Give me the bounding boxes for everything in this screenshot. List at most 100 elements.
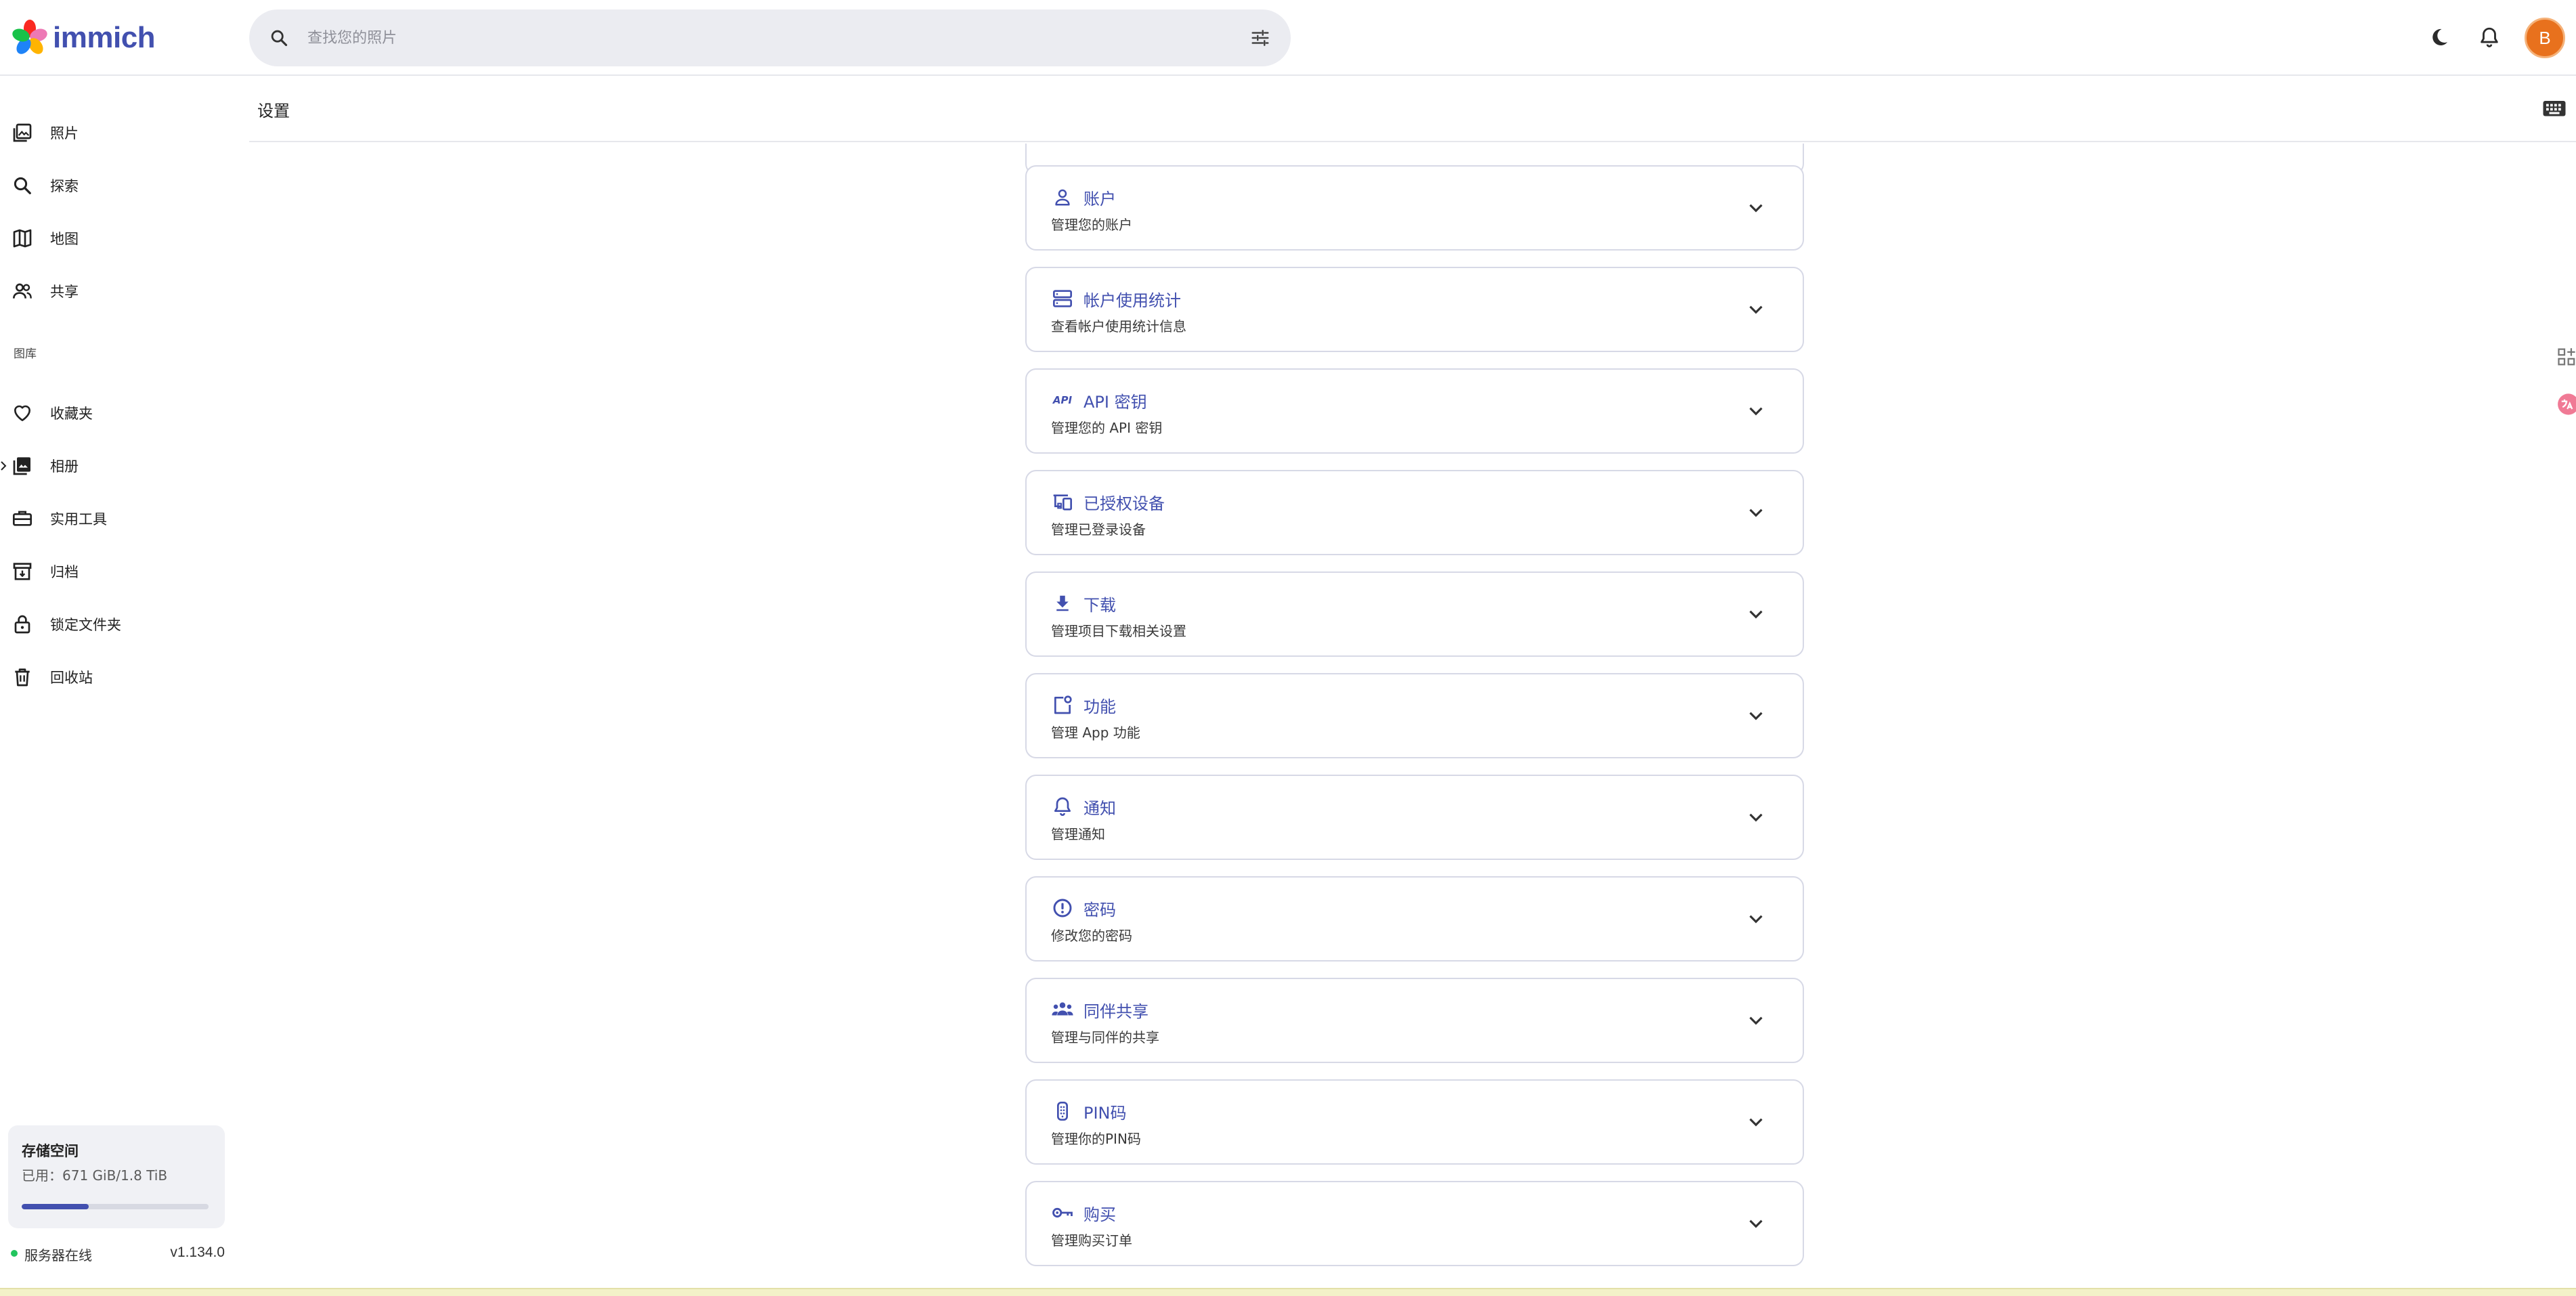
- settings-card-description: 修改您的密码: [1051, 928, 1132, 944]
- theme-toggle-button[interactable]: [2422, 20, 2456, 54]
- settings-card-description: 管理您的账户: [1051, 217, 1132, 233]
- top-bar: immich B: [0, 0, 2576, 76]
- search-icon: [11, 174, 34, 197]
- sidebar-item-utilities[interactable]: 实用工具: [0, 497, 237, 540]
- sidebar-item-label: 归档: [50, 564, 79, 580]
- toolbox-icon: [11, 507, 34, 530]
- chevron-right-icon[interactable]: [0, 459, 8, 473]
- search-input[interactable]: [307, 23, 1188, 53]
- settings-card-title: 密码: [1083, 901, 1116, 920]
- chevron-down-icon[interactable]: [1744, 603, 1767, 626]
- pin-icon: [1051, 1100, 1074, 1123]
- archive-icon: [11, 560, 34, 583]
- server-online-indicator: [11, 1250, 18, 1257]
- settings-card-title: 购买: [1083, 1205, 1116, 1224]
- user-avatar[interactable]: B: [2525, 18, 2565, 58]
- sidebar-item-archive[interactable]: 归档: [0, 550, 237, 593]
- chevron-down-icon[interactable]: [1744, 907, 1767, 930]
- bottom-strip: [0, 1288, 2576, 1296]
- chevron-down-icon[interactable]: [1744, 501, 1767, 524]
- settings-card-description: 管理您的 API 密钥: [1051, 420, 1163, 436]
- sidebar-item-map[interactable]: 地图: [0, 217, 237, 260]
- features-icon: [1051, 693, 1074, 716]
- sidebar-item-label: 探索: [50, 178, 79, 194]
- sidebar-item-label: 收藏夹: [50, 406, 93, 422]
- chevron-down-icon[interactable]: [1744, 1212, 1767, 1235]
- partner-sharing-icon: [1051, 998, 1074, 1021]
- settings-card-account[interactable]: 账户 管理您的账户: [1025, 165, 1804, 251]
- chevron-down-icon[interactable]: [1744, 399, 1767, 423]
- chevron-down-icon[interactable]: [1744, 1009, 1767, 1032]
- password-icon: [1051, 897, 1074, 920]
- keyboard-shortcuts-icon[interactable]: [2542, 99, 2567, 119]
- settings-card-description: 管理已登录设备: [1051, 521, 1146, 538]
- settings-card-description: 管理购买订单: [1051, 1232, 1132, 1249]
- settings-card-pin-code[interactable]: PIN码 管理你的PIN码: [1025, 1079, 1804, 1165]
- server-status-text: 服务器在线: [24, 1247, 92, 1263]
- lock-icon: [11, 613, 34, 636]
- sidebar-item-label: 相册: [50, 458, 79, 475]
- sidebar-item-locked-folder[interactable]: 锁定文件夹: [0, 603, 237, 646]
- sidebar-item-photos[interactable]: 照片: [0, 111, 237, 154]
- sidebar-item-explore[interactable]: 探索: [0, 164, 237, 207]
- settings-card-title: 通知: [1083, 799, 1116, 818]
- settings-card-password[interactable]: 密码 修改您的密码: [1025, 876, 1804, 962]
- trash-icon: [11, 666, 34, 689]
- search-icon: [271, 30, 288, 47]
- search-filter-icon[interactable]: [1250, 28, 1270, 48]
- sidebar-item-label: 照片: [50, 125, 79, 142]
- sharing-icon: [11, 280, 34, 303]
- sidebar-item-trash[interactable]: 回收站: [0, 655, 237, 699]
- settings-card-usage-stats[interactable]: 帐户使用统计 查看帐户使用统计信息: [1025, 267, 1804, 352]
- notifications-button[interactable]: [2472, 20, 2506, 54]
- sidebar-item-label: 地图: [50, 231, 79, 247]
- chevron-down-icon[interactable]: [1744, 298, 1767, 321]
- sidebar-item-albums[interactable]: 相册: [0, 444, 237, 488]
- settings-card-authorized-devices[interactable]: 已授权设备 管理已登录设备: [1025, 470, 1804, 555]
- settings-card-title: 功能: [1083, 697, 1116, 716]
- logo-text: immich: [53, 21, 156, 54]
- key-icon: [1051, 1201, 1074, 1224]
- settings-card-description: 管理你的PIN码: [1051, 1131, 1141, 1147]
- chevron-down-icon[interactable]: [1744, 1110, 1767, 1133]
- immich-logo[interactable]: immich: [11, 18, 156, 58]
- translate-extension-icon[interactable]: [2553, 393, 2576, 416]
- settings-card-purchase[interactable]: 购买 管理购买订单: [1025, 1181, 1804, 1266]
- settings-card-title: PIN码: [1083, 1104, 1127, 1123]
- settings-card-partner-sharing[interactable]: 同伴共享 管理与同伴的共享: [1025, 978, 1804, 1063]
- bell-icon: [1051, 795, 1074, 818]
- immich-logo-icon: [12, 20, 47, 54]
- settings-card-title: 账户: [1083, 190, 1116, 209]
- settings-card-description: 管理 App 功能: [1051, 725, 1140, 741]
- settings-card-description: 管理项目下载相关设置: [1051, 623, 1186, 639]
- settings-card-description: 管理与同伴的共享: [1051, 1029, 1159, 1045]
- usage-stats-icon: [1051, 287, 1074, 310]
- settings-card-download[interactable]: 下载 管理项目下载相关设置: [1025, 571, 1804, 657]
- settings-card-features[interactable]: 功能 管理 App 功能: [1025, 673, 1804, 758]
- settings-card-title: 同伴共享: [1083, 1002, 1149, 1021]
- storage-progress-fill: [22, 1204, 89, 1209]
- heart-icon: [11, 402, 34, 425]
- album-icon: [11, 454, 34, 477]
- download-icon: [1051, 592, 1074, 615]
- page-header: 设置: [249, 76, 2576, 142]
- sidebar-item-favorites[interactable]: 收藏夹: [0, 391, 237, 435]
- server-version[interactable]: v1.134.0: [170, 1245, 225, 1261]
- sidebar-item-label: 共享: [50, 284, 79, 300]
- search-bar[interactable]: [249, 9, 1291, 66]
- chevron-down-icon[interactable]: [1744, 704, 1767, 727]
- settings-card-title: 已授权设备: [1083, 494, 1165, 513]
- sidebar: 照片 探索 地图 共享 图库 收藏夹 相册 实用工具 归档 锁定文件夹 回收站 …: [0, 76, 238, 1288]
- sidebar-item-sharing[interactable]: 共享: [0, 269, 237, 313]
- settings-card-title: 下载: [1083, 596, 1116, 615]
- chevron-down-icon[interactable]: [1744, 806, 1767, 829]
- devices-icon: [1051, 490, 1074, 513]
- settings-card-title: API 密钥: [1083, 393, 1147, 412]
- settings-card-api-keys[interactable]: API API 密钥 管理您的 API 密钥: [1025, 368, 1804, 454]
- settings-content[interactable]: 账户 管理您的账户 帐户使用统计 查看帐户使用统计信息 API API 密钥 管…: [249, 144, 2576, 1288]
- storage-progress-bar: [22, 1204, 209, 1209]
- settings-card-notifications[interactable]: 通知 管理通知: [1025, 775, 1804, 860]
- chevron-down-icon[interactable]: [1744, 196, 1767, 219]
- extension-grid-icon[interactable]: [2553, 345, 2576, 368]
- settings-card-description: 查看帐户使用统计信息: [1051, 318, 1186, 334]
